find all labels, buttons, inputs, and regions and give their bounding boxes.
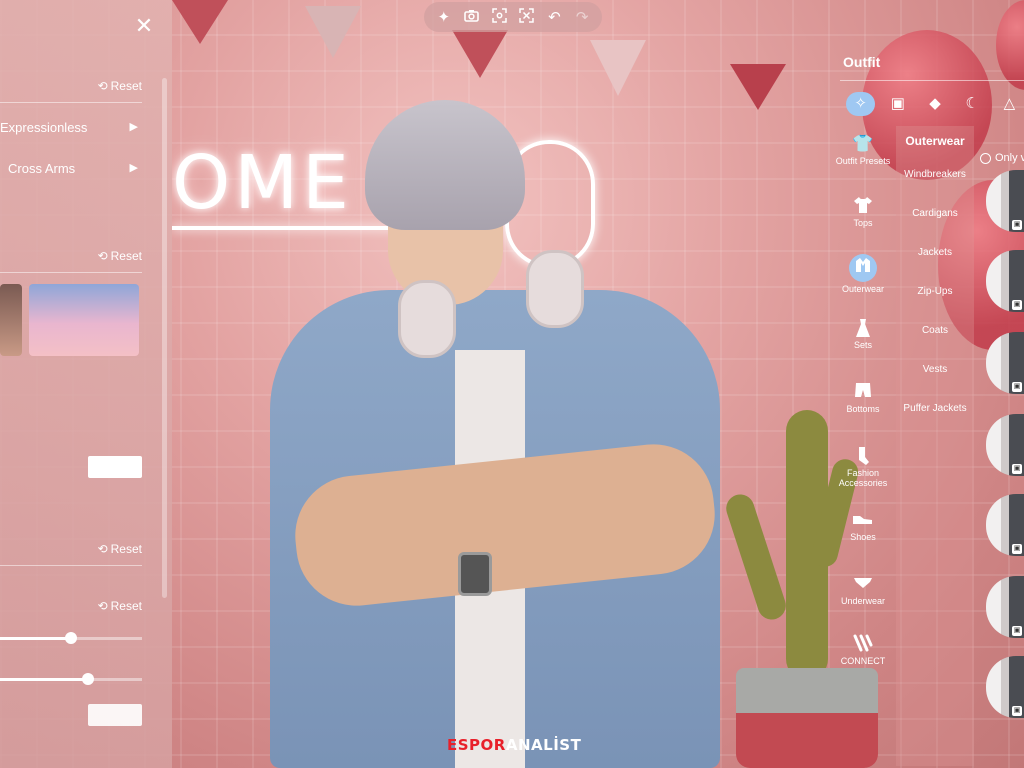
slider-knob[interactable] [82, 673, 95, 685]
watermark-logo: ESPORANALİST [447, 736, 582, 754]
slider-knob[interactable] [65, 632, 77, 644]
divider [840, 80, 1024, 81]
item-tag-icon: ▣ [1012, 544, 1022, 554]
slider-1[interactable] [0, 632, 142, 644]
only-filter-label: Only v [995, 152, 1024, 164]
subcategory-item[interactable]: Vests [896, 364, 974, 375]
underwear-icon [832, 574, 894, 594]
connect-icon [832, 634, 894, 654]
expression-value: Expressionless [0, 120, 88, 135]
category-tops[interactable]: Tops [832, 196, 894, 228]
reset-icon: ⟲ [97, 542, 108, 556]
reset-label: Reset [110, 599, 142, 613]
reset-label: Reset [110, 79, 142, 93]
category-connect[interactable]: CONNECT [832, 634, 894, 666]
tab-styling-wand-icon[interactable]: ✧ [846, 92, 876, 116]
tab-moon-icon[interactable]: ☾ [958, 92, 987, 116]
focus-icon[interactable] [489, 7, 509, 27]
divider [0, 565, 142, 566]
headphones [398, 250, 584, 360]
tab-gift-icon[interactable]: ▣ [883, 92, 912, 116]
expression-selector[interactable]: Expressionless ▶ [0, 120, 142, 135]
slider-fill [0, 637, 71, 640]
pose-value: Cross Arms [8, 161, 76, 176]
reset-icon: ⟲ [97, 599, 108, 613]
background-thumbnail-room[interactable] [0, 284, 22, 356]
item-tag-icon: ▣ [1012, 382, 1022, 392]
slider-fill [0, 678, 89, 681]
reset-button[interactable]: ⟲ Reset [98, 79, 142, 93]
reset-icon: ⟲ [97, 79, 108, 93]
preset-icon: 👕 [852, 134, 874, 153]
background-thumbnail-sky[interactable] [29, 284, 139, 356]
flower-pot [736, 668, 878, 768]
panel-title: Outfit [843, 54, 881, 70]
shoe-icon [832, 510, 894, 530]
color-swatch[interactable] [88, 456, 142, 478]
divider [0, 102, 142, 103]
avatar-character[interactable] [270, 100, 721, 768]
sock-icon [832, 446, 894, 466]
reset-label: Reset [110, 542, 142, 556]
category-underwear[interactable]: Underwear [832, 574, 894, 606]
play-arrow-icon: ▶ [129, 121, 138, 133]
only-filter-toggle[interactable]: Only v [980, 152, 1024, 164]
avatar-hair [365, 100, 525, 230]
wristwatch [458, 552, 492, 596]
category-outerwear[interactable]: Outerwear [832, 254, 894, 294]
slider-2[interactable] [0, 673, 142, 685]
item-tag-icon: ▣ [1012, 300, 1022, 310]
sparkle-icon[interactable]: ✦ [434, 8, 454, 26]
close-button[interactable]: ✕ [132, 14, 156, 38]
screenshot-icon[interactable] [517, 7, 537, 27]
subcategory-item[interactable]: Windbreakers [896, 169, 974, 180]
divider [0, 272, 142, 273]
category-tabs: ✧ ▣ ◆ ☾ △ [846, 92, 1024, 118]
reset-button[interactable]: ⟲ Reset [98, 542, 142, 556]
subcategory-item[interactable]: Zip-Ups [896, 286, 974, 297]
balloon [996, 0, 1024, 90]
tshirt-icon [832, 196, 894, 216]
reset-button[interactable]: ⟲ Reset [98, 249, 142, 263]
pose-selector[interactable]: Cross Arms ▶ [0, 161, 142, 176]
subcategory-item[interactable]: Cardigans [896, 208, 974, 219]
bunting-flag [172, 0, 228, 44]
shorts-icon [832, 382, 894, 402]
category-fashion-accessories[interactable]: Fashion Accessories [832, 446, 894, 488]
subcategory-title: Outerwear [905, 134, 965, 148]
subcategory-item[interactable]: Puffer Jackets [896, 403, 974, 414]
camera-icon[interactable] [461, 9, 481, 26]
subcategory-list: Outerwear Windbreakers Cardigans Jackets… [896, 126, 974, 766]
reset-label: Reset [110, 249, 142, 263]
panel-scrollbar[interactable] [162, 78, 167, 598]
reset-button[interactable]: ⟲ Reset [98, 599, 142, 613]
item-tag-icon: ▣ [1012, 464, 1022, 474]
undo-icon[interactable]: ↶ [544, 8, 564, 26]
category-sets[interactable]: Sets [832, 318, 894, 350]
item-tag-icon: ▣ [1012, 626, 1022, 636]
bunting-flag [730, 64, 786, 110]
category-bottoms[interactable]: Bottoms [832, 382, 894, 414]
bunting-flag [305, 6, 361, 58]
tab-extra-icon[interactable]: △ [995, 92, 1024, 116]
subcategory-item[interactable]: Jackets [896, 247, 974, 258]
item-tag-icon: ▣ [1012, 220, 1022, 230]
tab-graduation-cap-icon[interactable]: ◆ [920, 92, 949, 116]
dress-icon [832, 318, 894, 338]
play-arrow-icon: ▶ [129, 162, 138, 174]
radio-button[interactable] [980, 152, 991, 164]
category-outfit-presets[interactable]: 👕 Outfit Presets [832, 134, 894, 166]
bunting-flag [590, 40, 646, 96]
color-swatch[interactable] [88, 704, 142, 726]
subcategory-item[interactable]: Coats [896, 325, 974, 336]
jacket-icon [849, 254, 877, 282]
cactus-arm [722, 490, 790, 624]
left-settings-panel: ✕ ⟲ Reset Expressionless ▶ Cross Arms ▶ … [0, 0, 172, 768]
redo-icon[interactable]: ↷ [572, 8, 592, 26]
reset-icon: ⟲ [97, 249, 108, 263]
category-shoes[interactable]: Shoes [832, 510, 894, 542]
bunting-flag [452, 30, 508, 78]
item-tag-icon: ▣ [1012, 706, 1022, 716]
top-toolbar: ✦ ↶ ↷ [424, 2, 602, 32]
